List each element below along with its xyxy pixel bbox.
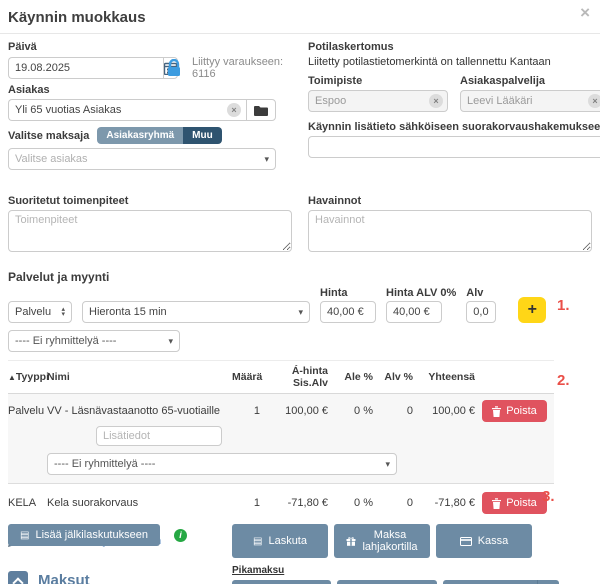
spinner-icon: ▴▾ <box>61 307 65 317</box>
hinta-alv0-label: Hinta ALV 0% <box>386 287 456 299</box>
annotation-3: 3. <box>542 488 555 505</box>
lahjakortti-button[interactable]: Maksa lahjakortilla <box>334 524 430 558</box>
invoice-icon: ▤ <box>253 536 262 547</box>
asiakaspalvelija-input[interactable] <box>460 90 600 112</box>
kassa-button[interactable]: Kassa <box>436 524 532 558</box>
folder-icon <box>254 105 268 116</box>
lisatieto-label: Käynnin lisätieto sähköiseen suorakorvau… <box>308 121 600 133</box>
date-input[interactable] <box>8 57 163 79</box>
chevron-down-icon: ▾ <box>298 307 303 318</box>
lock-icon <box>166 59 182 77</box>
linked-reservation-text: Liittyy varaukseen: 6116 <box>192 56 292 80</box>
maksaja-tabs: Asiakasryhmä Muu <box>97 127 221 144</box>
services-section: Palvelut ja myynti Palvelu ▴▾ Hieronta 1… <box>0 263 600 547</box>
pikamaksu-label: Pikamaksu <box>232 565 532 576</box>
tab-muu[interactable]: Muu <box>183 127 222 144</box>
invoice-icon: ▤ <box>20 530 29 541</box>
item-type-select[interactable]: Palvelu ▴▾ <box>8 301 72 323</box>
toimenpiteet-label: Suoritetut toimenpiteet <box>8 195 292 207</box>
table-header: ▲Tyyppi Nimi Määrä Á-hinta Sis.Alv Ale %… <box>8 360 554 394</box>
close-icon[interactable]: × <box>580 3 590 23</box>
asiakaspalvelija-label: Asiakaspalvelija <box>460 75 600 87</box>
delete-row-button[interactable]: Poista <box>482 400 547 422</box>
hinta-input[interactable] <box>320 301 376 323</box>
toimipiste-label: Toimipiste <box>308 75 448 87</box>
top-form: Päivä Liittyy varaukseen: 6116 Asiakas <box>0 34 600 170</box>
sort-asc-icon[interactable]: ▲ <box>8 373 16 382</box>
add-row-button[interactable]: + <box>518 297 546 323</box>
service-select[interactable]: Hieronta 15 min ▾ <box>82 301 310 323</box>
jalkilaskutus-button[interactable]: ▤ Lisää jälkilaskutukseen <box>8 524 160 546</box>
asiakas-input[interactable] <box>8 99 246 121</box>
hinta-alv0-input[interactable] <box>386 301 442 323</box>
trash-icon <box>492 406 501 417</box>
maksaja-label: Valitse maksaja <box>8 130 89 142</box>
clear-asiakaspalvelija-icon[interactable]: × <box>588 94 600 108</box>
left-column: Päivä Liittyy varaukseen: 6116 Asiakas <box>8 41 292 170</box>
notes-section: Suoritetut toimenpiteet Havainnot <box>0 188 600 255</box>
toimipiste-input[interactable] <box>308 90 448 112</box>
lisatieto-input[interactable] <box>308 136 600 158</box>
card-icon <box>460 537 472 546</box>
table-row: KELA Kela suorakorvaus 1 -71,80 € 0 % 0 … <box>8 484 554 522</box>
maksaja-select[interactable]: Valitse asiakas ▾ <box>8 148 276 170</box>
collapse-payments-button[interactable] <box>8 571 28 584</box>
table-row: Palvelu VV - Läsnävastaanotto 65-vuotiai… <box>8 394 554 484</box>
potilaskertomus-label: Potilaskertomus <box>308 41 600 53</box>
havainnot-label: Havainnot <box>308 195 592 207</box>
payments-heading: Maksut <box>38 572 90 584</box>
row-group-select[interactable]: ---- Ei ryhmittelyä ---- ▾ <box>47 453 397 475</box>
kanta-status-text: Liitetty potilastietomerkintä on tallenn… <box>308 56 600 68</box>
chevron-down-icon: ▾ <box>264 154 269 165</box>
hinta-label: Hinta <box>320 287 376 299</box>
toimenpiteet-textarea[interactable] <box>8 210 292 252</box>
services-heading: Palvelut ja myynti <box>8 270 592 284</box>
clear-asiakas-icon[interactable]: × <box>227 103 241 117</box>
alv-input[interactable] <box>466 301 496 323</box>
services-table: ▲Tyyppi Nimi Määrä Á-hinta Sis.Alv Ale %… <box>8 360 554 522</box>
chevron-down-icon: ▾ <box>168 336 173 347</box>
korttimaksu-button[interactable]: Korttimaksu <box>337 580 437 584</box>
havainnot-textarea[interactable] <box>308 210 592 252</box>
annotation-1: 1. <box>557 297 570 314</box>
laskuta-button[interactable]: ▤ Laskuta <box>232 524 328 558</box>
payment-actions: ▤ Laskuta Maksa lahjakortilla Kassa Pika… <box>232 524 532 584</box>
clear-toimipiste-icon[interactable]: × <box>429 94 443 108</box>
paiva-label: Päivä <box>8 41 292 53</box>
chevron-down-icon: ▾ <box>385 459 390 470</box>
tab-asiakasryhma[interactable]: Asiakasryhmä <box>97 127 183 144</box>
kaynnin-muokkaus-dialog: Käynnin muokkaus × Päivä Liittyy varauk <box>0 0 600 584</box>
asiakas-label: Asiakas <box>8 84 292 96</box>
group-select[interactable]: ---- Ei ryhmittelyä ---- ▾ <box>8 330 180 352</box>
valitse-maksutapa-button[interactable]: ★ Valitse maksutapa <box>443 580 537 584</box>
info-icon[interactable]: i <box>174 529 187 542</box>
gift-icon <box>346 536 356 546</box>
page-title: Käynnin muokkaus <box>8 9 592 26</box>
delete-row-button[interactable]: Poista <box>482 492 547 514</box>
titlebar: Käynnin muokkaus × <box>0 0 600 34</box>
annotation-2: 2. <box>557 372 570 389</box>
trash-icon <box>492 498 501 509</box>
kateismaksu-button[interactable]: € Käteismaksu <box>232 580 331 584</box>
lisatiedot-input[interactable] <box>96 426 222 446</box>
right-column: Potilaskertomus Liitetty potilastietomer… <box>308 41 600 170</box>
maksutapa-split-button: ★ Valitse maksutapa ▾ <box>443 580 559 584</box>
maksutapa-dropdown-button[interactable]: ▾ <box>537 580 559 584</box>
open-customer-button[interactable] <box>246 99 276 121</box>
alv-label: Alv <box>466 287 496 299</box>
